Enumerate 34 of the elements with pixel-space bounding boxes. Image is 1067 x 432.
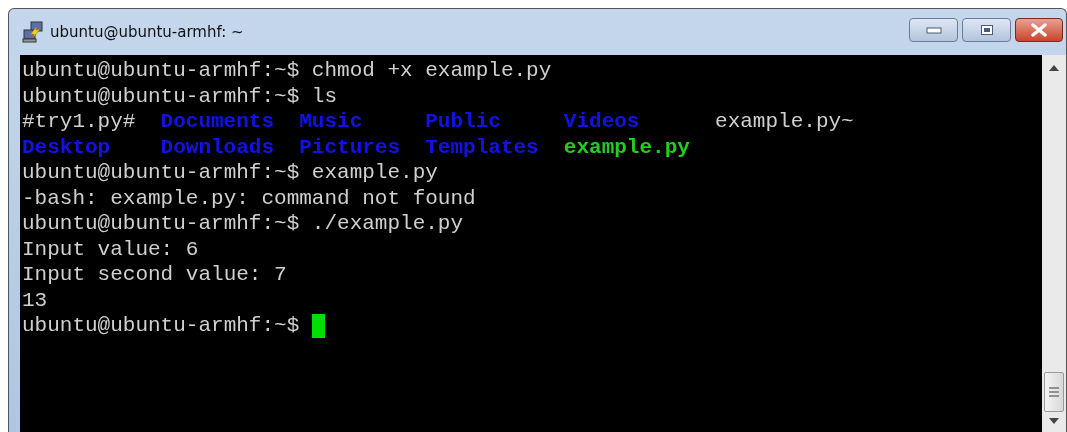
terminal-line: ubuntu@ubuntu-armhf:~$ chmod +x example.py bbox=[22, 58, 552, 84]
minimize-icon bbox=[925, 26, 942, 34]
grip-icon bbox=[1049, 387, 1059, 397]
scrollbar[interactable] bbox=[1042, 55, 1066, 432]
file-name: #try1.py# bbox=[22, 109, 137, 135]
scroll-up-icon[interactable] bbox=[1049, 65, 1059, 71]
executable-name: example.py bbox=[563, 134, 691, 160]
scroll-down-icon[interactable] bbox=[1049, 418, 1059, 424]
computers-icon bbox=[22, 21, 44, 43]
window-title: ubuntu@ubuntu-armhf: ~ bbox=[50, 23, 244, 41]
terminal-line: ubuntu@ubuntu-armhf:~$ ls bbox=[22, 83, 338, 109]
directory-name: Downloads bbox=[160, 134, 276, 160]
minimize-button[interactable] bbox=[909, 18, 958, 42]
terminal-line: Input second value: 7 bbox=[22, 262, 287, 288]
terminal-prompt: ubuntu@ubuntu-armhf:~$ bbox=[22, 313, 300, 339]
cursor bbox=[311, 313, 325, 338]
directory-name: Templates bbox=[425, 134, 540, 160]
terminal-line: ubuntu@ubuntu-armhf:~$ ./example.py bbox=[22, 211, 464, 237]
close-icon bbox=[1030, 23, 1048, 37]
terminal-line: -bash: example.py: command not found bbox=[22, 185, 476, 211]
directory-name: Desktop bbox=[22, 134, 112, 160]
directory-name: Videos bbox=[563, 109, 641, 135]
maximize-icon bbox=[979, 24, 994, 36]
terminal-line: ubuntu@ubuntu-armhf:~$ example.py bbox=[22, 160, 438, 186]
directory-name: Pictures bbox=[299, 134, 402, 160]
directory-name: Public bbox=[425, 109, 502, 135]
terminal-line: 13 bbox=[22, 287, 48, 313]
close-button[interactable] bbox=[1015, 18, 1063, 42]
directory-name: Music bbox=[299, 109, 364, 135]
directory-name: Documents bbox=[160, 109, 276, 135]
file-name: example.py~ bbox=[715, 109, 855, 135]
scroll-thumb[interactable] bbox=[1044, 372, 1064, 412]
terminal-line: Input value: 6 bbox=[22, 236, 199, 262]
maximize-button[interactable] bbox=[962, 18, 1011, 42]
